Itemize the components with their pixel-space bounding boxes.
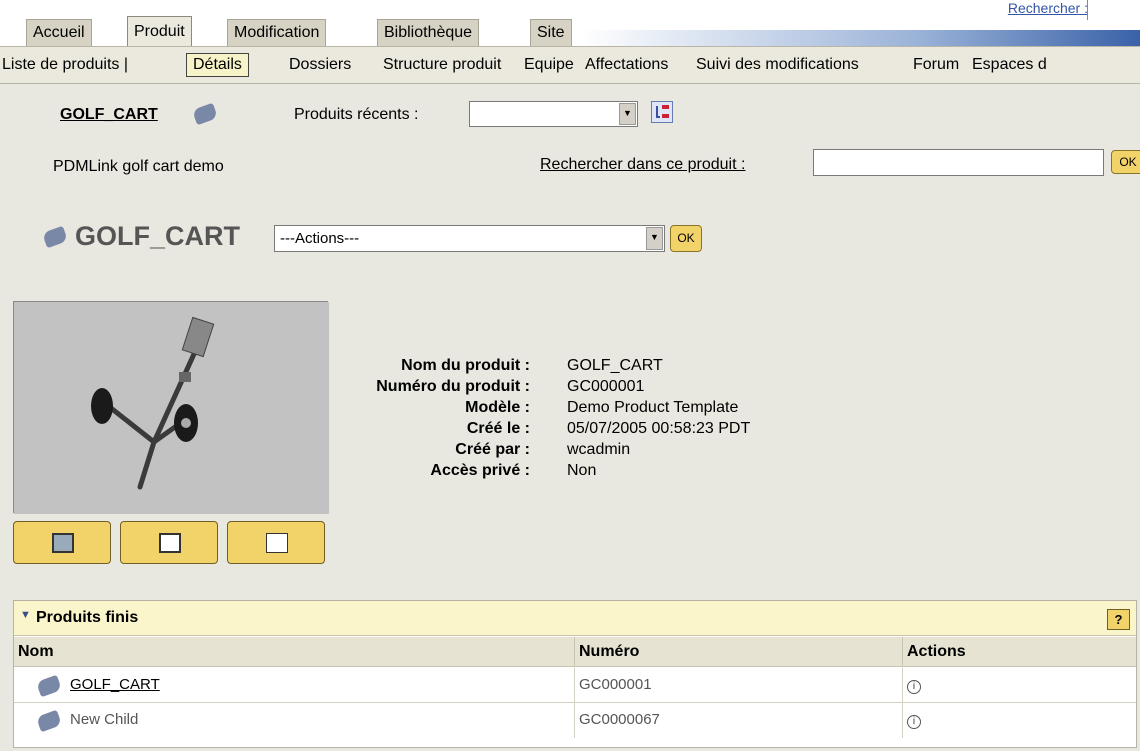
panel-title: Produits finis bbox=[36, 609, 139, 626]
product-description: PDMLink golf cart demo bbox=[53, 158, 224, 175]
info-icon[interactable]: i bbox=[907, 715, 921, 729]
tab-modification[interactable]: Modification bbox=[227, 19, 327, 46]
view-image-button[interactable] bbox=[120, 521, 218, 564]
product-context-link[interactable]: GOLF_CART bbox=[60, 106, 158, 124]
subnav-details[interactable]: Détails bbox=[186, 53, 249, 77]
column-header-name[interactable]: Nom bbox=[14, 637, 575, 667]
add-image-button[interactable] bbox=[13, 521, 111, 564]
help-button[interactable]: ? bbox=[1107, 609, 1130, 630]
header-gradient bbox=[580, 30, 1140, 46]
top-search-link[interactable]: Rechercher : bbox=[1008, 0, 1088, 16]
row-number: GC0000067 bbox=[575, 703, 903, 738]
subnav-forum[interactable]: Forum bbox=[913, 56, 959, 74]
tab-accueil[interactable]: Accueil bbox=[26, 19, 92, 46]
property-label: Accès privé : bbox=[430, 462, 530, 479]
top-bar: Rechercher : Accueil Produit Modificatio… bbox=[0, 0, 1140, 47]
property-value: Demo Product Template bbox=[567, 399, 739, 416]
actions-ok-button[interactable]: OK bbox=[670, 225, 702, 252]
search-in-product-label[interactable]: Rechercher dans ce produit : bbox=[540, 156, 745, 174]
tab-bibliotheque[interactable]: Bibliothèque bbox=[377, 19, 480, 46]
actions-select[interactable]: ---Actions--- ▼ bbox=[274, 225, 665, 252]
collapse-triangle-icon[interactable]: ▼ bbox=[20, 609, 31, 621]
property-label: Créé le : bbox=[466, 420, 530, 437]
property-value: GC000001 bbox=[567, 378, 645, 395]
property-value: Non bbox=[567, 462, 597, 479]
product-gear-icon bbox=[35, 674, 63, 698]
property-value: GOLF_CART bbox=[567, 357, 663, 374]
info-icon[interactable]: i bbox=[907, 680, 921, 694]
search-in-product-input[interactable] bbox=[813, 149, 1104, 176]
table-view-button[interactable] bbox=[227, 521, 325, 564]
product-gear-icon bbox=[35, 709, 63, 733]
row-name: New Child bbox=[70, 711, 139, 728]
property-label: Nom du produit : bbox=[401, 357, 530, 374]
subnav-equipe[interactable]: Equipe bbox=[524, 56, 574, 74]
structure-icon[interactable] bbox=[651, 101, 673, 123]
property-value: 05/07/2005 00:58:23 PDT bbox=[567, 420, 751, 437]
subnav-espaces[interactable]: Espaces d bbox=[972, 56, 1047, 74]
row-name-link[interactable]: GOLF_CART bbox=[70, 676, 160, 693]
recent-products-label: Produits récents : bbox=[294, 106, 419, 123]
chevron-down-icon: ▼ bbox=[619, 103, 636, 125]
row-number: GC000001 bbox=[575, 668, 903, 703]
property-label: Modèle : bbox=[465, 399, 530, 416]
property-value: wcadmin bbox=[567, 441, 631, 458]
tab-produit[interactable]: Produit bbox=[127, 16, 192, 47]
top-search-input[interactable] bbox=[1087, 0, 1140, 20]
chevron-down-icon: ▼ bbox=[646, 227, 663, 250]
column-header-number[interactable]: Numéro bbox=[575, 637, 903, 667]
search-ok-button[interactable]: OK bbox=[1111, 150, 1140, 174]
sub-navigation: Liste de produits | Détails Dossiers Str… bbox=[0, 46, 1140, 84]
recent-products-select[interactable]: ▼ bbox=[469, 101, 638, 127]
subnav-affectations[interactable]: Affectations bbox=[585, 56, 668, 74]
panel-header: ▼ Produits finis ? bbox=[14, 601, 1136, 636]
finished-products-panel: ▼ Produits finis ? Nom Numéro Actions GO… bbox=[13, 600, 1137, 748]
property-label: Créé par : bbox=[455, 441, 530, 458]
subnav-structure[interactable]: Structure produit bbox=[383, 56, 501, 74]
subnav-product-list[interactable]: Liste de produits | bbox=[2, 56, 128, 74]
property-label: Numéro du produit : bbox=[376, 378, 530, 395]
tab-site[interactable]: Site bbox=[530, 19, 572, 46]
subnav-suivi[interactable]: Suivi des modifications bbox=[696, 56, 859, 74]
page-title: GOLF_CART bbox=[75, 221, 240, 251]
column-header-actions: Actions bbox=[903, 637, 1136, 667]
subnav-dossiers[interactable]: Dossiers bbox=[289, 56, 351, 74]
